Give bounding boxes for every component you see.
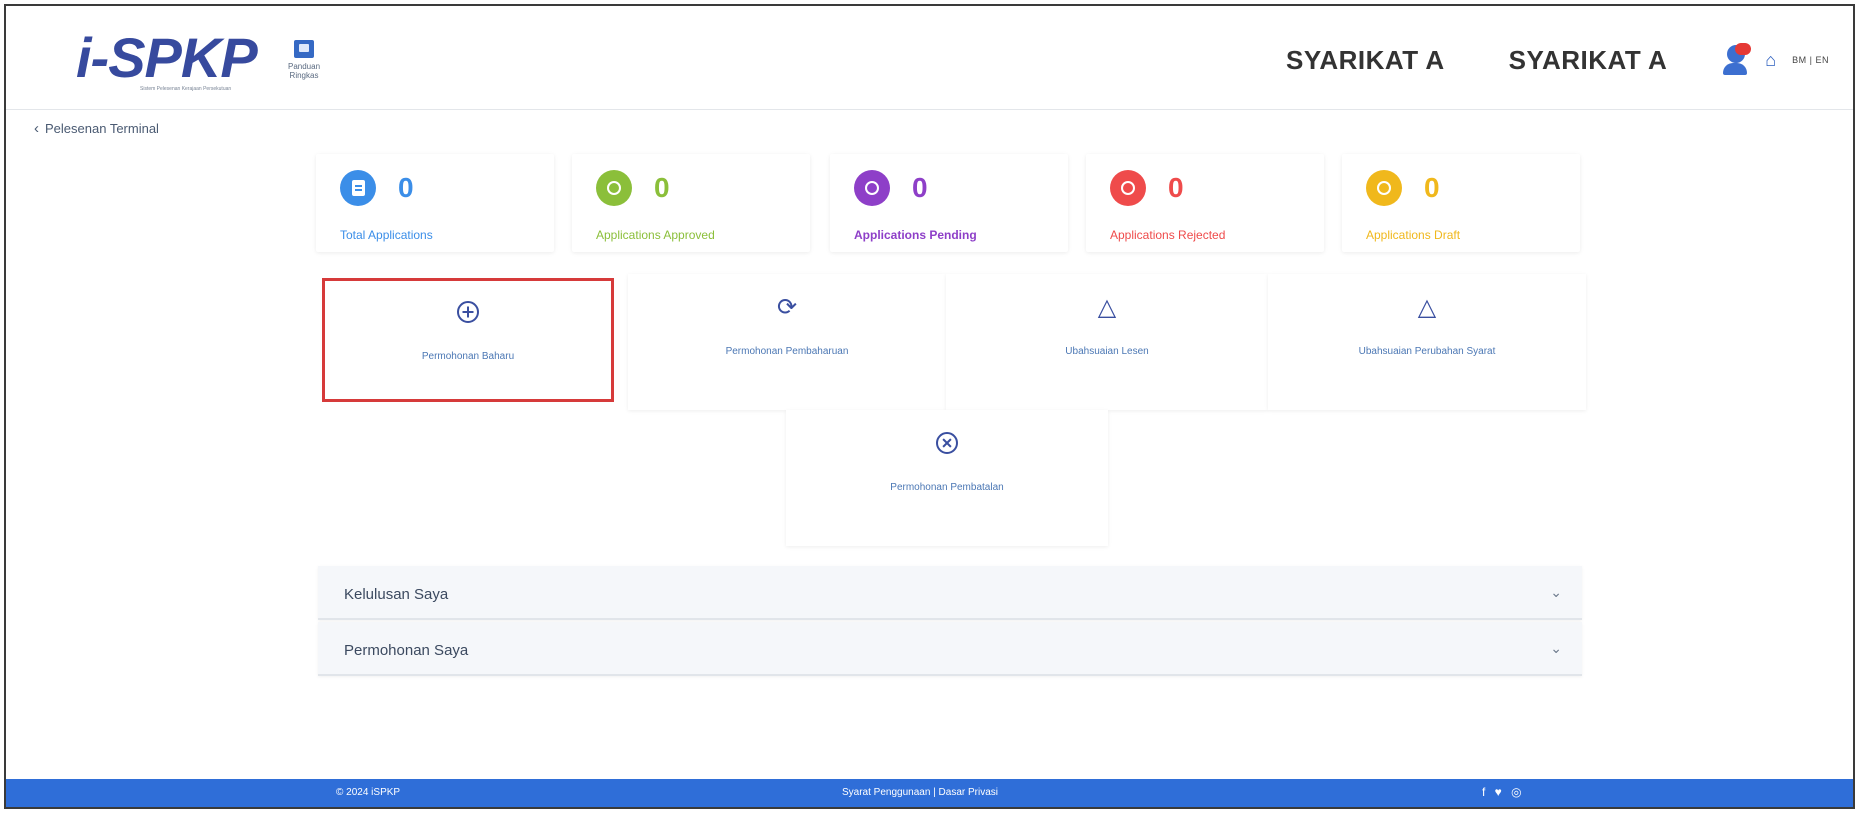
stat-count: 0 — [912, 172, 928, 203]
quick-guide-label: Panduan Ringkas — [287, 62, 321, 80]
logo-text: i-SPKP — [76, 26, 258, 89]
header-right: SYARIKAT A SYARIKAT A ⌂ BM | EN — [1286, 42, 1853, 78]
top-header: i-SPKP Sistem Pelesenan Kerajaan Perseku… — [6, 6, 1853, 110]
new-application-tile[interactable]: Permohonan Baharu — [322, 278, 614, 402]
stat-label: Total Applications — [340, 228, 433, 242]
plus-circle-icon — [457, 301, 479, 323]
logo-tagline: Sistem Pelesenan Kerajaan Persekutuan — [140, 86, 232, 92]
stat-label: Applications Rejected — [1110, 228, 1226, 242]
chevron-down-icon: ⌄ — [1550, 584, 1562, 600]
x-circle-icon — [1110, 170, 1146, 206]
triangle-icon: △ — [1417, 294, 1437, 321]
tile-label: Ubahsuaian Perubahan Syarat — [1358, 346, 1496, 357]
license-modification-tile[interactable]: △ Ubahsuaian Lesen — [946, 274, 1268, 410]
stat-label: Applications Pending — [854, 228, 977, 242]
tile-label: Permohonan Pembaharuan — [725, 346, 849, 357]
refresh-icon: ⟳ — [776, 294, 798, 321]
accordion-title: Permohonan Saya — [344, 642, 469, 659]
chevron-down-icon: ⌄ — [1550, 640, 1562, 656]
renewal-application-tile[interactable]: ⟳ Permohonan Pembaharuan — [628, 274, 946, 410]
tile-label: Permohonan Baharu — [421, 351, 515, 362]
draft-icon — [1366, 170, 1402, 206]
stat-count: 0 — [398, 172, 414, 203]
quick-guide-link[interactable]: Panduan Ringkas — [274, 40, 334, 80]
company-name-2[interactable]: SYARIKAT A — [1509, 45, 1668, 76]
book-icon — [294, 40, 314, 58]
triangle-icon: △ — [1097, 294, 1117, 321]
stat-card-pending[interactable]: 0 Applications Pending — [830, 154, 1068, 252]
social-icons[interactable]: f ♥ ◎ — [1482, 785, 1525, 799]
stat-card-total[interactable]: 0 Total Applications — [316, 154, 554, 252]
document-icon — [340, 170, 376, 206]
stat-card-approved[interactable]: 0 Applications Approved — [572, 154, 810, 252]
stat-card-rejected[interactable]: 0 Applications Rejected — [1086, 154, 1324, 252]
condition-change-tile[interactable]: △ Ubahsuaian Perubahan Syarat — [1268, 274, 1586, 410]
x-circle-icon — [936, 432, 958, 454]
accordion-my-approvals[interactable]: Kelulusan Saya ⌄ — [318, 566, 1582, 620]
cancellation-application-tile[interactable]: Permohonan Pembatalan — [786, 410, 1108, 546]
stat-count: 0 — [1424, 172, 1440, 203]
footer-copyright: © 2024 iSPKP — [336, 787, 401, 798]
stat-card-draft[interactable]: 0 Applications Draft — [1342, 154, 1580, 252]
back-link-label: Pelesenan Terminal — [45, 121, 159, 136]
app-frame: i-SPKP Sistem Pelesenan Kerajaan Perseku… — [4, 4, 1855, 809]
stat-count: 0 — [654, 172, 670, 203]
accordion-my-applications[interactable]: Permohonan Saya ⌄ — [318, 622, 1582, 676]
tile-label: Permohonan Pembatalan — [890, 482, 1004, 493]
back-link[interactable]: ‹ Pelesenan Terminal — [34, 120, 159, 137]
ispkp-logo[interactable]: i-SPKP Sistem Pelesenan Kerajaan Perseku… — [76, 26, 258, 93]
check-circle-icon — [596, 170, 632, 206]
footer-links[interactable]: Syarat Penggunaan | Dasar Privasi — [842, 787, 998, 798]
chevron-left-icon: ‹ — [34, 120, 39, 137]
tile-label: Ubahsuaian Lesen — [1065, 346, 1149, 357]
accordion-title: Kelulusan Saya — [344, 586, 449, 603]
user-profile-icon[interactable] — [1723, 43, 1752, 75]
home-icon[interactable]: ⌂ — [1765, 50, 1776, 71]
clock-icon — [854, 170, 890, 206]
language-toggle[interactable]: BM | EN — [1792, 55, 1829, 65]
stat-count: 0 — [1168, 172, 1184, 203]
company-name-1: SYARIKAT A — [1286, 44, 1445, 75]
stat-label: Applications Draft — [1366, 228, 1461, 242]
footer: © 2024 iSPKP Syarat Penggunaan | Dasar P… — [6, 779, 1853, 807]
stat-label: Applications Approved — [596, 228, 715, 242]
